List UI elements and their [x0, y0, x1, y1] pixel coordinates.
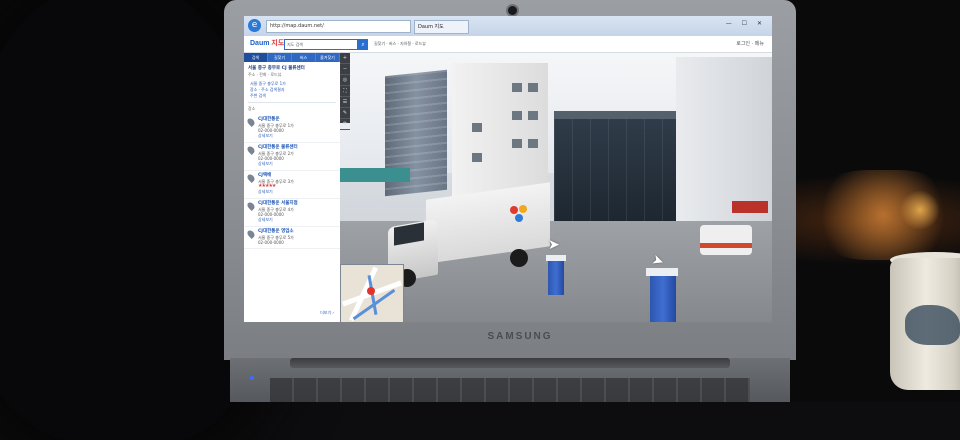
tab-directions[interactable]: 길찾기: [268, 53, 292, 62]
bollard-cap: [646, 268, 678, 276]
logo-dot-blue: [515, 214, 523, 222]
result-item[interactable]: CJ대한통운 서울 중구 충무로 1가 02-000-0000 상세보기: [244, 115, 340, 143]
result-link[interactable]: 상세보기: [258, 161, 336, 167]
teal-canopy: [340, 168, 410, 182]
top-right-links[interactable]: 로그인 · 메뉴: [736, 40, 764, 47]
sidebar-heading: 서울 중구 충무로 CJ 물류센터: [248, 66, 305, 71]
result-item[interactable]: CJ대한통운 영업소 서울 중구 충무로 5가 02-000-0000: [244, 227, 340, 249]
logo-dot-orange: [519, 205, 527, 213]
keyboard: [270, 378, 750, 402]
result-link[interactable]: 상세보기: [258, 189, 336, 195]
bollard-cap: [546, 255, 566, 261]
laptop-hinge: [290, 358, 730, 368]
layers-icon[interactable]: ☰: [340, 97, 350, 108]
result-link[interactable]: 상세보기: [258, 217, 336, 223]
blue-bollard: [548, 259, 564, 295]
util-links[interactable]: 길찾기 · 버스 · 지하철 · 로드뷰: [374, 41, 426, 47]
search-sidebar: 검색 길찾기 버스 즐겨찾기 서울 중구 충무로 CJ 물류센터 주소 · 전화…: [244, 53, 341, 322]
address-bar[interactable]: http://map.daum.net/: [266, 20, 411, 33]
power-led: [250, 376, 254, 380]
site-logo[interactable]: Daum 지도: [250, 38, 284, 48]
tab-bus[interactable]: 버스: [292, 53, 316, 62]
right-building: [676, 57, 772, 222]
map-pin-icon: [246, 229, 256, 239]
result-item[interactable]: CJ대한통운 물류센터 서울 중구 충무로 2가 02-000-0000 상세보…: [244, 143, 340, 171]
search-button[interactable]: ⌕: [358, 39, 368, 50]
sidebar-subheading: 주소 · 전화 · 로드뷰: [248, 72, 282, 77]
truck-wheel: [510, 249, 528, 267]
navigate-arrow-icon[interactable]: ➤: [548, 237, 560, 253]
browser-logo-icon: e: [248, 19, 261, 32]
section-label: 장소: [248, 106, 256, 111]
result-item[interactable]: CJ택배 서울 중구 충무로 3가 ★★★★★ 상세보기: [244, 171, 340, 199]
draw-icon[interactable]: ✎: [340, 108, 350, 119]
tab-favorites[interactable]: 즐겨찾기: [316, 53, 340, 62]
result-item[interactable]: CJ대한통운 서울지점 서울 중구 충무로 4가 02-000-0000 상세보…: [244, 199, 340, 227]
result-link[interactable]: 상세보기: [258, 133, 336, 139]
logo-sub: 지도: [271, 40, 285, 47]
mug-print: [905, 305, 960, 345]
street-view[interactable]: ➤ ➤: [340, 53, 772, 322]
zoom-out-icon[interactable]: −: [340, 64, 350, 75]
map-pin-icon: [246, 173, 256, 183]
map-pin-icon: [246, 201, 256, 211]
result-phone: 02-000-0000: [258, 240, 284, 245]
map-pin-icon: [246, 117, 256, 127]
blue-bollard: [650, 275, 676, 322]
window-controls[interactable]: — ☐ ✕: [726, 20, 766, 27]
browser-titlebar: e http://map.daum.net/ Daum 지도 — ☐ ✕: [244, 16, 772, 36]
fullscreen-icon[interactable]: ⛶: [340, 86, 350, 97]
logo-dot-red: [510, 206, 518, 214]
laptop-screen: e http://map.daum.net/ Daum 지도 — ☐ ✕ Dau…: [244, 16, 772, 322]
map-pin-icon: [246, 145, 256, 155]
zoom-in-icon[interactable]: +: [340, 53, 350, 64]
logo-main: Daum: [250, 40, 270, 47]
mini-map[interactable]: [340, 264, 404, 322]
divider: [248, 102, 336, 103]
settings-icon[interactable]: ⚙: [340, 119, 350, 130]
parked-van: [700, 225, 752, 255]
more-results-link[interactable]: 더보기 ›: [320, 310, 334, 316]
person-silhouette: [0, 0, 260, 440]
sidebar-link[interactable]: 주변 검색: [250, 93, 334, 99]
browser-tab[interactable]: Daum 지도: [414, 20, 469, 34]
shop-sign: [732, 201, 768, 213]
sidebar-links: 서울 중구 충무로 1가 장소 · 주소 검색결과 주변 검색: [244, 81, 340, 99]
laptop-brand: SAMSUNG: [487, 331, 553, 342]
van-stripe: [700, 243, 752, 248]
webcam: [508, 6, 517, 15]
tab-search[interactable]: 검색: [244, 53, 268, 62]
background-light-small: [900, 190, 940, 230]
sidebar-tabs: 검색 길찾기 버스 즐겨찾기: [244, 53, 340, 62]
search-input[interactable]: 지도 검색: [284, 39, 358, 50]
map-tool-rail: + − ◎ ⛶ ☰ ✎ ⚙: [340, 53, 350, 130]
site-header: Daum 지도 지도 검색 ⌕ 길찾기 · 버스 · 지하철 · 로드뷰 로그인…: [244, 36, 772, 53]
location-marker-icon: [367, 287, 375, 295]
locate-icon[interactable]: ◎: [340, 75, 350, 86]
cj-logo-icon: [510, 205, 527, 222]
